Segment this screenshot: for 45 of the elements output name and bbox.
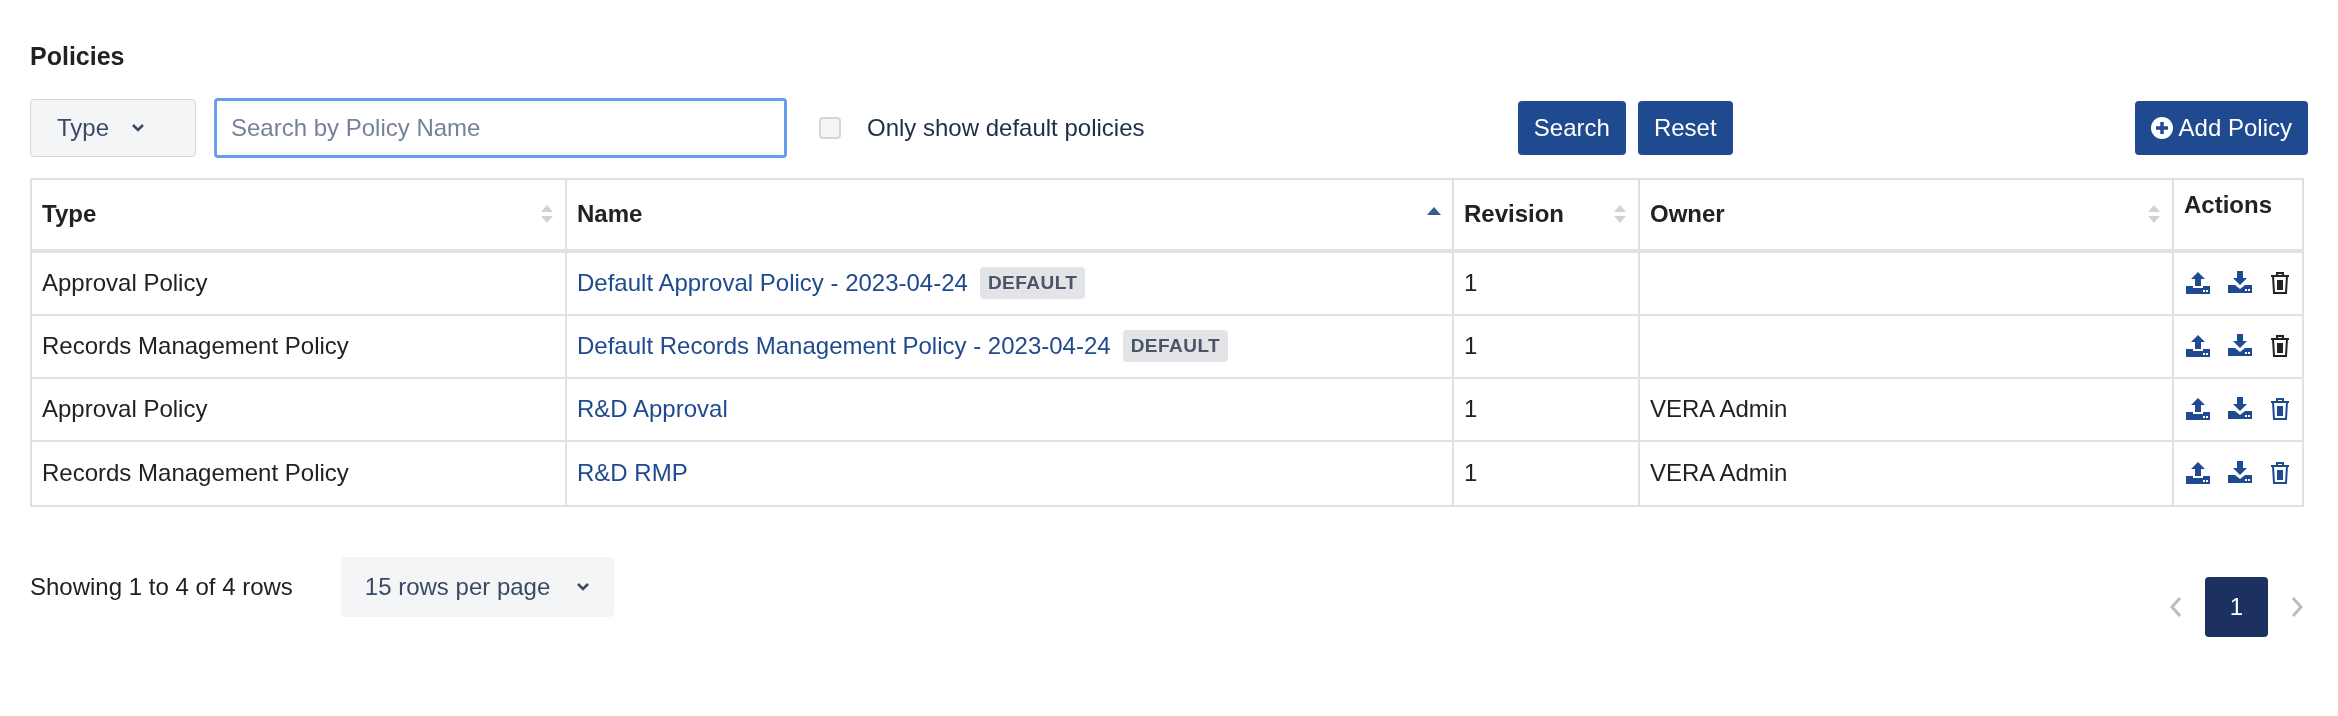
default-only-label: Only show default policies xyxy=(867,112,1145,143)
default-badge: DEFAULT xyxy=(1122,329,1229,363)
chevron-down-icon xyxy=(131,122,146,133)
plus-circle-icon xyxy=(2150,116,2173,139)
column-header[interactable]: Owner xyxy=(1640,179,2174,249)
column-header[interactable]: Name xyxy=(567,179,1454,249)
policy-link[interactable]: Default Approval Policy - 2023-04-24 xyxy=(577,265,968,301)
policy-link[interactable]: Default Records Management Policy - 2023-04-24 xyxy=(577,328,1111,364)
table-cell-text: Records Management Policy xyxy=(42,331,349,361)
policy-link[interactable]: R&D Approval xyxy=(577,391,728,427)
table-cell-text: 1 xyxy=(1464,458,1478,488)
table-cell-text: 1 xyxy=(1464,331,1478,361)
download-icon[interactable] xyxy=(2228,334,2252,358)
trash-icon[interactable] xyxy=(2270,397,2290,421)
trash-icon[interactable] xyxy=(2270,461,2290,485)
upload-icon[interactable] xyxy=(2186,271,2210,295)
upload-icon[interactable] xyxy=(2186,334,2210,358)
add-policy-button[interactable]: Add Policy xyxy=(2134,100,2308,155)
type-dropdown[interactable]: Type xyxy=(30,98,196,157)
table-cell-text: VERA Admin xyxy=(1650,394,1788,424)
chevron-down-icon xyxy=(576,581,591,592)
policy-link[interactable]: R&D RMP xyxy=(577,455,688,491)
download-icon[interactable] xyxy=(2228,461,2252,485)
table-cell-text: Approval Policy xyxy=(42,394,208,424)
page-title: Policies xyxy=(30,41,126,72)
table-cell-text: 1 xyxy=(1464,268,1478,298)
search-field[interactable]: Search by Policy Name xyxy=(214,97,787,158)
column-header[interactable]: Type xyxy=(32,179,567,249)
default-badge: DEFAULT xyxy=(979,266,1086,300)
download-icon[interactable] xyxy=(2228,397,2252,421)
upload-icon[interactable] xyxy=(2186,461,2210,485)
table-cell-text: VERA Admin xyxy=(1650,458,1788,488)
download-icon[interactable] xyxy=(2228,271,2252,295)
column-header[interactable]: Revision xyxy=(1454,179,1640,249)
reset-button[interactable]: Reset xyxy=(1637,100,1733,155)
upload-icon[interactable] xyxy=(2186,397,2210,421)
rows-summary: Showing 1 to 4 of 4 rows xyxy=(30,571,293,602)
table-cell-text: Records Management Policy xyxy=(42,458,349,488)
column-header: Actions xyxy=(2183,190,2273,220)
page-button[interactable]: 1 xyxy=(2205,576,2268,637)
table-cell-text: Approval Policy xyxy=(42,268,208,298)
page-size-dropdown[interactable]: 15 rows per page xyxy=(340,556,615,617)
table-cell-text: 1 xyxy=(1464,394,1478,424)
default-only-checkbox[interactable] xyxy=(819,116,841,139)
search-button[interactable]: Search xyxy=(1517,100,1626,155)
